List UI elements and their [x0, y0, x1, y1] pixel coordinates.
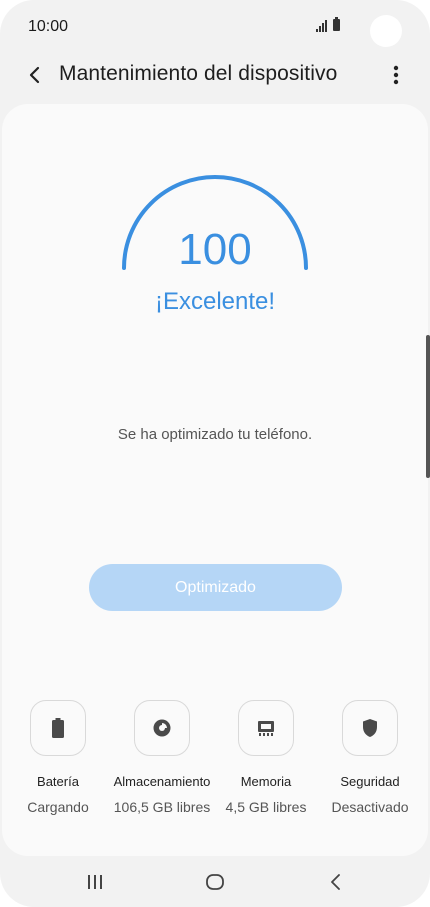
more-options-button[interactable]: [380, 58, 412, 92]
score-value: 100: [178, 225, 252, 274]
home-button[interactable]: [185, 864, 245, 900]
tile-security-value: Desactivado: [331, 799, 409, 815]
tile-security-button[interactable]: [342, 700, 398, 756]
camera-cutout: [370, 15, 402, 47]
tile-memory-button[interactable]: [238, 700, 294, 756]
tile-security-label: Seguridad: [340, 774, 400, 789]
page-title: Mantenimiento del dispositivo: [59, 62, 338, 85]
tile-storage-button[interactable]: [134, 700, 190, 756]
signal-icon: [316, 20, 328, 32]
tile-battery-button[interactable]: [30, 700, 86, 756]
phone-screen: 10:00 Mantenimiento del dispositivo 100 …: [0, 0, 430, 907]
home-icon: [206, 874, 224, 890]
more-vertical-icon: [393, 65, 399, 85]
optimize-button[interactable]: Optimizado: [89, 564, 342, 611]
back-icon: [331, 874, 340, 890]
memory-icon: [258, 721, 274, 736]
score-rating: ¡Excelente!: [154, 288, 276, 315]
back-button[interactable]: [18, 58, 52, 92]
recent-apps-button[interactable]: [65, 864, 125, 900]
status-bar: 10:00: [0, 0, 430, 54]
battery-icon: [52, 718, 64, 738]
back-nav-button[interactable]: [306, 864, 366, 900]
main-card: 100 ¡Excelente! Se ha optimizado tu telé…: [2, 104, 428, 856]
status-time: 10:00: [28, 18, 69, 35]
storage-icon: [153, 719, 171, 737]
battery-icon: [333, 17, 340, 31]
chevron-left-icon: [29, 66, 40, 84]
shield-icon: [363, 719, 377, 737]
edge-panel-handle[interactable]: [426, 335, 430, 478]
navigation-bar: [0, 860, 430, 907]
app-header: Mantenimiento del dispositivo: [0, 54, 430, 100]
recent-apps-icon: [88, 875, 102, 889]
status-message: Se ha optimizado tu teléfono.: [117, 426, 313, 443]
